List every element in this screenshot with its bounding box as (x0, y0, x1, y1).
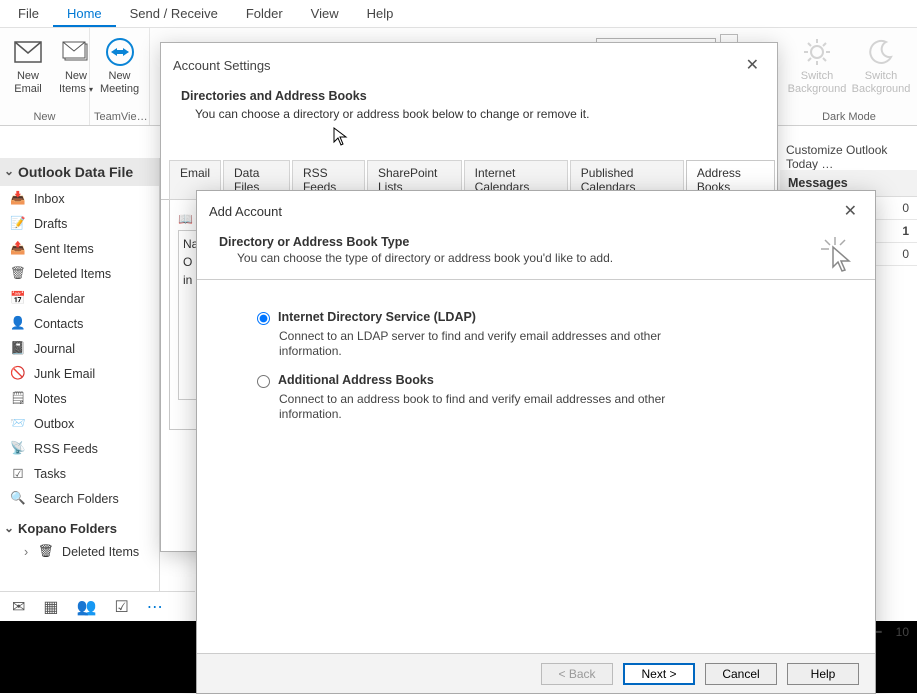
account-settings-close-button[interactable]: ✕ (740, 53, 765, 77)
ribbon-group-new: New (4, 109, 85, 125)
people-view-icon[interactable]: 👥 (77, 597, 97, 617)
additional-radio-label[interactable]: Additional Address Books (278, 373, 434, 387)
sidebar-item-label: Search Folders (34, 492, 119, 506)
folder-pane: Outlook Data File 📥 Inbox 📝 Drafts 📤 Sent Ite… (0, 158, 160, 621)
trash-icon: 🗑 (10, 266, 26, 281)
sidebar-item-label: RSS Feeds (34, 442, 98, 456)
tasks-icon: ☑ (10, 466, 26, 481)
sidebar-item-inbox[interactable]: 📥 Inbox (0, 186, 159, 211)
notes-icon: 🗒 (10, 391, 26, 406)
additional-radio[interactable] (257, 375, 270, 388)
sidebar-item-tasks[interactable]: ☑ Tasks (0, 461, 159, 486)
sidebar-item-label: Tasks (34, 467, 66, 481)
mail-view-icon[interactable]: ✉ (12, 597, 25, 617)
sidebar-item-label: Calendar (34, 292, 85, 306)
kopano-deleted-items[interactable]: 🗑 Deleted Items (0, 540, 159, 563)
sidebar-item-calendar[interactable]: 📅 Calendar (0, 286, 159, 311)
sidebar-item-deleted-items[interactable]: 🗑 Deleted Items (0, 261, 159, 286)
customize-outlook-today-link[interactable]: Customize Outlook Today … (780, 142, 917, 172)
add-account-desc: You can choose the type of directory or … (237, 251, 853, 265)
sidebar-item-label: Contacts (34, 317, 83, 331)
new-email-button[interactable]: New Email (4, 30, 52, 109)
kopano-folders-header[interactable]: Kopano Folders (0, 511, 159, 540)
account-settings-desc: You can choose a directory or address bo… (195, 107, 757, 121)
calendar-view-icon[interactable]: ▦ (43, 597, 58, 617)
switch-background-button-1[interactable]: Switch Background (785, 30, 849, 109)
help-button[interactable]: Help (787, 663, 859, 685)
tab-help[interactable]: Help (353, 0, 408, 27)
sidebar-item-sent-items[interactable]: 📤 Sent Items (0, 236, 159, 261)
sidebar-item-drafts[interactable]: 📝 Drafts (0, 211, 159, 236)
ldap-radio[interactable] (257, 312, 270, 325)
sidebar-item-label: Notes (34, 392, 67, 406)
sent-icon: 📤 (10, 241, 26, 256)
contacts-icon: 👤 (10, 316, 26, 331)
zoom-value: 10 (896, 625, 909, 639)
outbox-icon: 📨 (10, 416, 26, 431)
more-views-icon[interactable]: ⋯ (147, 597, 163, 617)
next-button[interactable]: Next > (623, 663, 695, 685)
inbox-icon: 📥 (10, 191, 26, 206)
tab-home[interactable]: Home (53, 0, 116, 27)
sidebar-item-label: Deleted Items (34, 267, 111, 281)
ribbon-group-teamviewer: TeamVie… (94, 109, 145, 125)
switch-background-button-2[interactable]: Switch Background (849, 30, 913, 109)
ldap-radio-label[interactable]: Internet Directory Service (LDAP) (278, 310, 476, 324)
sidebar-item-label: Junk Email (34, 367, 95, 381)
tab-folder[interactable]: Folder (232, 0, 297, 27)
add-account-dialog: Add Account ✕ Directory or Address Book … (196, 190, 876, 694)
add-account-heading: Directory or Address Book Type (219, 235, 853, 249)
main-tabbar: File Home Send / Receive Folder View Hel… (0, 0, 917, 28)
moon-icon (868, 34, 894, 70)
additional-radio-desc: Connect to an address book to find and v… (279, 392, 679, 422)
sun-icon (803, 34, 831, 70)
sidebar-item-contacts[interactable]: 👤 Contacts (0, 311, 159, 336)
cursor-click-icon (821, 237, 853, 273)
envelope-stack-icon (62, 34, 90, 70)
rss-icon: 📡 (10, 441, 26, 456)
sidebar-item-rss-feeds[interactable]: 📡 RSS Feeds (0, 436, 159, 461)
sidebar-item-label: Inbox (34, 192, 65, 206)
sidebar-item-outbox[interactable]: 📨 Outbox (0, 411, 159, 436)
sidebar-item-notes[interactable]: 🗒 Notes (0, 386, 159, 411)
sidebar-item-label: Drafts (34, 217, 67, 231)
junk-icon: 🚫 (10, 366, 26, 381)
sidebar-item-junk-email[interactable]: 🚫 Junk Email (0, 361, 159, 386)
calendar-icon: 📅 (10, 291, 26, 306)
folder-pane-header[interactable]: Outlook Data File (0, 158, 159, 186)
tab-sendreceive[interactable]: Send / Receive (116, 0, 232, 27)
search-folder-icon: 🔍 (10, 491, 26, 506)
add-account-close-button[interactable]: ✕ (838, 199, 863, 223)
account-settings-heading: Directories and Address Books (181, 89, 757, 103)
ldap-radio-desc: Connect to an LDAP server to find and ve… (279, 329, 679, 359)
tasks-view-icon[interactable]: ☑ (114, 597, 128, 617)
drafts-icon: 📝 (10, 216, 26, 231)
sidebar-item-search-folders[interactable]: 🔍 Search Folders (0, 486, 159, 511)
sidebar-item-label: Outbox (34, 417, 74, 431)
cancel-button[interactable]: Cancel (705, 663, 777, 685)
add-account-footer: < Back Next > Cancel Help (197, 653, 875, 693)
add-account-title: Add Account (209, 204, 282, 219)
sidebar-item-label: Sent Items (34, 242, 94, 256)
back-button: < Back (541, 663, 613, 685)
trash-icon: 🗑 (38, 544, 54, 559)
envelope-icon (14, 34, 42, 70)
teamviewer-icon (105, 34, 135, 70)
ribbon-group-darkmode: Dark Mode (785, 109, 913, 125)
new-meeting-button[interactable]: New Meeting (94, 30, 145, 109)
tab-view[interactable]: View (297, 0, 353, 27)
navigation-bar: ✉ ▦ 👥 ☑ ⋯ (0, 591, 195, 621)
account-settings-title: Account Settings (173, 58, 271, 73)
tab-file[interactable]: File (4, 0, 53, 27)
sidebar-item-label: Journal (34, 342, 75, 356)
sidebar-item-journal[interactable]: 📓 Journal (0, 336, 159, 361)
journal-icon: 📓 (10, 341, 26, 356)
